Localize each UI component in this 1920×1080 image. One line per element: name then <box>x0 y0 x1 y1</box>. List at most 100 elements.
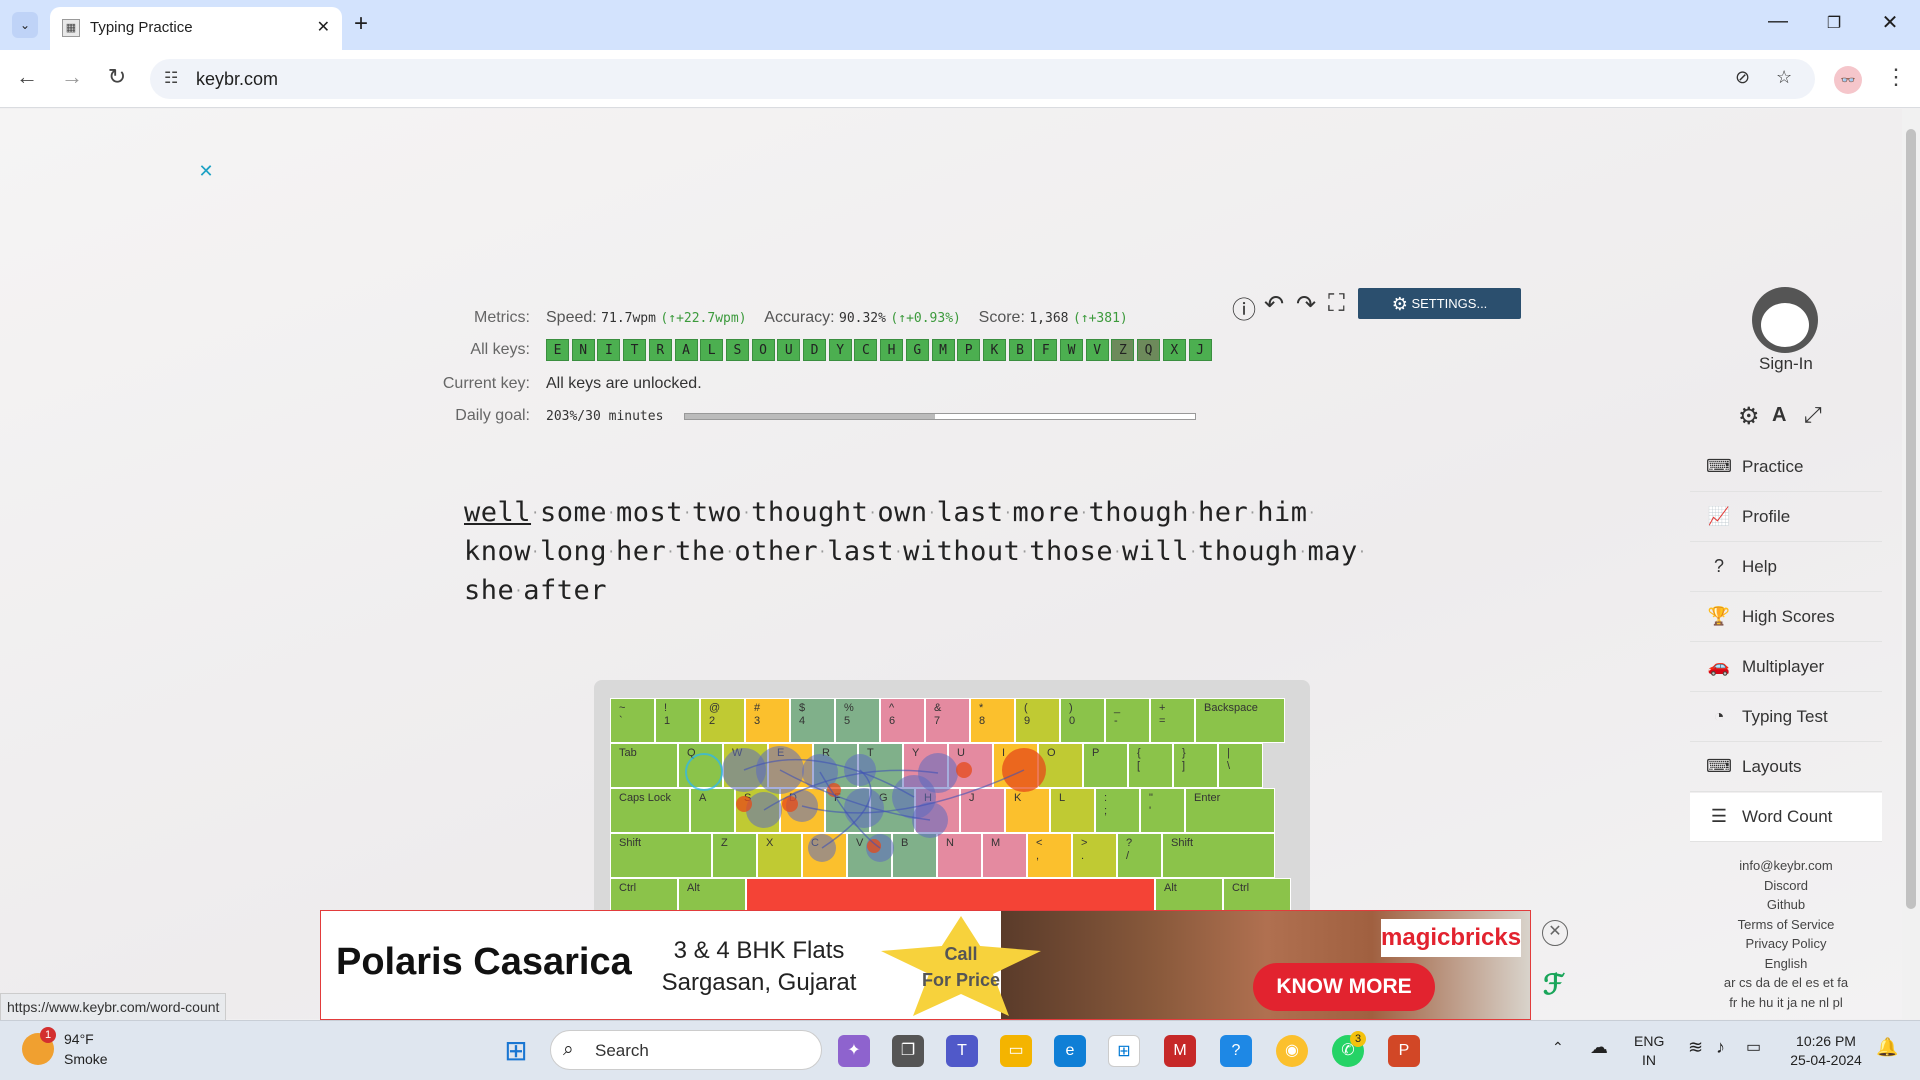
ad-call: Call For Price <box>911 941 1011 993</box>
speed-label: Speed: <box>546 309 597 326</box>
key-chip: L <box>700 339 724 361</box>
url-text[interactable]: keybr.com <box>196 69 278 90</box>
minimize-button[interactable]: — <box>1758 10 1798 33</box>
back-button[interactable]: ← <box>12 64 42 90</box>
trophy-icon: 🏆 <box>1707 606 1731 626</box>
clock-time[interactable]: 10:26 PM <box>1786 1033 1866 1049</box>
store-icon[interactable]: ⊞ <box>1108 1035 1140 1067</box>
sidebar-item-high-scores[interactable]: 🏆 High Scores <box>1690 593 1882 642</box>
close-window-button[interactable]: ✕ <box>1870 10 1910 35</box>
fullscreen-icon[interactable]: ⛶ <box>1328 290 1345 318</box>
site-info-icon[interactable]: ☷ <box>164 68 178 88</box>
typing-line-2[interactable]: know·long·her·the·other·last·without·tho… <box>464 536 1367 567</box>
clock-date[interactable]: 25-04-2024 <box>1786 1052 1866 1068</box>
key-chip: Q <box>1137 339 1161 361</box>
taskbar-search[interactable]: ⌕ Search <box>550 1030 822 1070</box>
ad-banner[interactable]: Polaris Casarica 3 & 4 BHK Flats Sargasa… <box>320 910 1531 1020</box>
browser-menu-icon[interactable]: ⋮ <box>1885 64 1907 90</box>
sidebar-item-practice[interactable]: ⌨ Practice <box>1690 443 1882 492</box>
typing-word: may <box>1307 536 1358 567</box>
scrollbar-thumb[interactable] <box>1906 129 1916 909</box>
help-app-icon[interactable]: ? <box>1220 1035 1252 1067</box>
onedrive-icon[interactable]: ☁ <box>1590 1037 1608 1058</box>
expand-icon[interactable]: ⤢ <box>1804 402 1822 428</box>
camera-off-icon[interactable]: ⊘ <box>1735 67 1750 88</box>
tray-chevron-icon[interactable]: ⌃ <box>1552 1039 1564 1056</box>
sidebar-item-layouts[interactable]: ⌨ Layouts <box>1690 743 1882 792</box>
footer-link[interactable]: Privacy Policy <box>1690 936 1882 951</box>
restore-button[interactable]: ❐ <box>1814 13 1854 33</box>
sidebar-item-profile[interactable]: 📈 Profile <box>1690 493 1882 542</box>
footer-link[interactable]: info@keybr.com <box>1690 858 1882 873</box>
word-separator: · <box>1248 505 1258 522</box>
keyboard-heatmap: ~ `! 1 @ 2 # 3 $ 4% 5 ^ 6 & 7 * 8( 9) 0 _ - + = B… <box>594 680 1310 920</box>
sign-in-link[interactable]: Sign-In <box>1759 354 1813 374</box>
language-eng[interactable]: ENG <box>1634 1033 1664 1049</box>
key-chip: G <box>905 339 929 361</box>
volume-icon[interactable]: ♪ <box>1716 1037 1725 1058</box>
address-bar[interactable]: ☷ keybr.com ⊘ ☆ <box>150 59 1815 99</box>
footer-link[interactable]: Terms of Service <box>1690 917 1882 932</box>
battery-icon[interactable]: ▭ <box>1746 1037 1761 1057</box>
weather-desc[interactable]: Smoke <box>64 1051 108 1067</box>
footer-link[interactable]: fr he hu it ja ne nl pl <box>1690 995 1882 1010</box>
bookmark-star-icon[interactable]: ☆ <box>1776 67 1792 88</box>
weather-temp[interactable]: 94°F <box>64 1031 94 1047</box>
windows-start-icon[interactable]: ⊞ <box>500 1035 532 1067</box>
key-chip: W <box>1060 339 1083 361</box>
typing-line-3[interactable]: she·after <box>464 575 607 606</box>
word-separator: · <box>607 544 616 561</box>
file-explorer-icon[interactable]: ▭ <box>1000 1035 1032 1067</box>
footer-link[interactable]: English <box>1690 956 1882 971</box>
typing-word: him <box>1257 497 1308 528</box>
chart-icon: 📈 <box>1707 506 1731 526</box>
reload-button[interactable]: ↻ <box>102 64 132 90</box>
edge-icon[interactable]: e <box>1054 1035 1086 1067</box>
footer-link[interactable]: Discord <box>1690 878 1882 893</box>
wifi-icon[interactable]: ≋ <box>1688 1037 1703 1058</box>
word-separator: · <box>514 583 524 600</box>
undo-icon[interactable]: ↶ <box>1264 290 1284 319</box>
sidebar-item-help[interactable]: ? Help <box>1690 543 1882 592</box>
settings-button[interactable]: ⚙ SETTINGS... <box>1358 288 1521 319</box>
language-in[interactable]: IN <box>1642 1052 1656 1068</box>
chrome-icon[interactable]: ◉ <box>1276 1035 1308 1067</box>
magicbricks-logo: magicbricks <box>1381 919 1521 957</box>
finger-path-overlay <box>685 746 1046 862</box>
typing-word: though <box>1197 536 1299 567</box>
notification-bell-icon[interactable]: 🔔 <box>1876 1037 1898 1058</box>
tab-list-button[interactable]: ⌄ <box>12 12 38 38</box>
teams-icon[interactable]: T <box>946 1035 978 1067</box>
font-size-icon[interactable]: A <box>1772 404 1786 427</box>
forward-button[interactable]: → <box>57 64 87 90</box>
copilot-icon[interactable]: ✦ <box>838 1035 870 1067</box>
ad-provider-logo-icon[interactable]: ℱ <box>1543 968 1565 1001</box>
powerpoint-icon[interactable]: P <box>1388 1035 1420 1067</box>
metrics-values: Speed: 71.7wpm (↑+22.7wpm) Accuracy: 90.… <box>546 309 1128 327</box>
redo-icon[interactable]: ↷ <box>1296 290 1316 319</box>
sidebar-item-word-count[interactable]: ☰ Word Count <box>1690 793 1882 842</box>
ad-dismiss-icon[interactable]: ✕ <box>1542 920 1568 946</box>
know-more-button[interactable]: KNOW MORE <box>1253 963 1435 1011</box>
profile-avatar[interactable]: 👓 <box>1834 66 1862 94</box>
tab-close-icon[interactable]: ✕ <box>317 17 330 37</box>
sidebar-item-label: Profile <box>1742 507 1791 526</box>
ad-close-icon[interactable]: ✕ <box>196 161 216 181</box>
typing-line-1[interactable]: well·some·most·two·thought·own·last·more… <box>464 497 1316 528</box>
mcafee-icon[interactable]: M <box>1164 1035 1196 1067</box>
key-chip: A <box>674 339 698 361</box>
help-circle-icon[interactable]: ⓘ <box>1232 290 1256 325</box>
sidebar-item-multiplayer[interactable]: 🚗 Multiplayer <box>1690 643 1882 692</box>
sidebar-item-label: Typing Test <box>1742 707 1828 726</box>
footer-link[interactable]: ar cs da de el es et fa <box>1690 975 1882 990</box>
new-tab-button[interactable]: + <box>354 10 368 38</box>
task-view-icon[interactable]: ❐ <box>892 1035 924 1067</box>
page-scrollbar[interactable] <box>1902 109 1920 1019</box>
typing-word: long <box>539 536 607 567</box>
tab-typing-practice[interactable]: ▦ Typing Practice ✕ <box>50 7 342 50</box>
theme-gear-icon[interactable]: ⚙ <box>1738 402 1760 431</box>
sidebar-item-typing-test[interactable]: ◔ Typing Test <box>1690 693 1882 742</box>
footer-link[interactable]: Github <box>1690 897 1882 912</box>
avatar[interactable] <box>1752 287 1818 353</box>
typing-word: know <box>464 536 532 567</box>
